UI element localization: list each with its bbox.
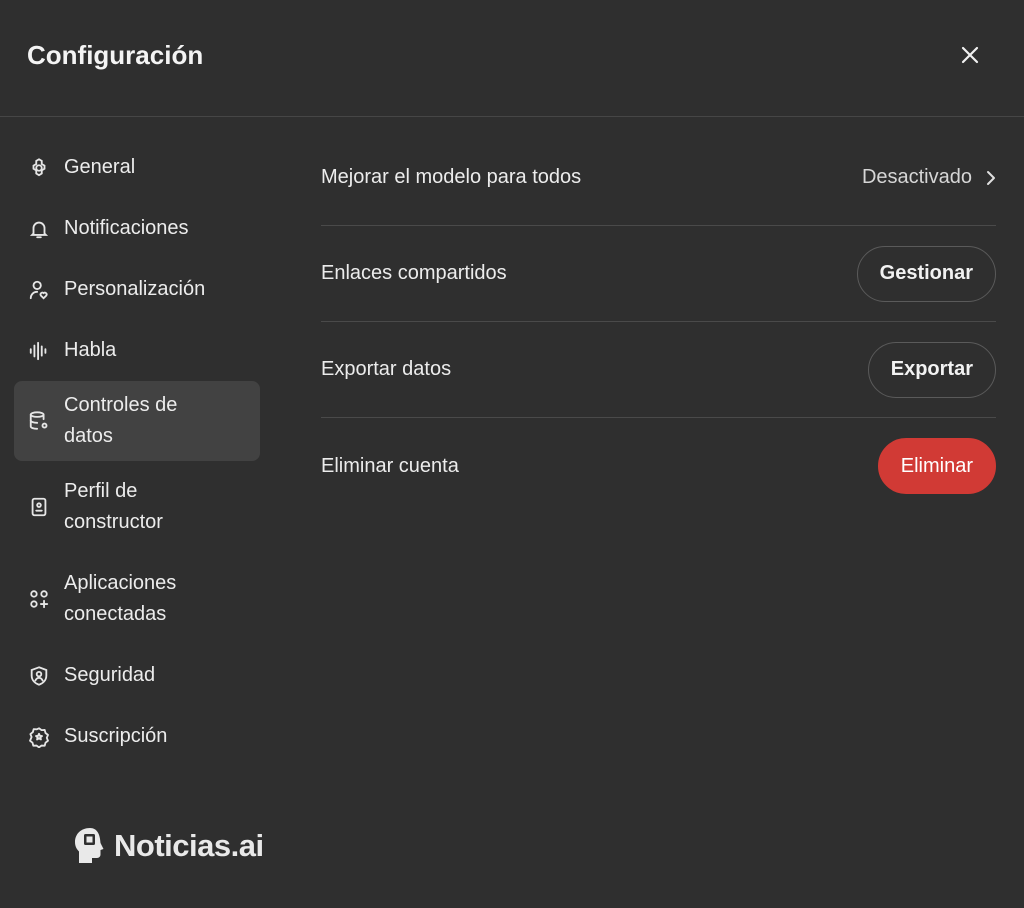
sidebar-item-label: Controles de datos — [64, 394, 178, 447]
sidebar-item-label: Seguridad — [64, 664, 156, 686]
setting-label: Mejorar el modelo para todos — [321, 166, 582, 188]
setting-value: Desactivado — [861, 166, 972, 188]
gear-icon — [27, 156, 51, 180]
sidebar-item-personalizacion[interactable]: Personalización — [14, 259, 260, 320]
setting-row-eliminar-cuenta: Eliminar cuenta Eliminar — [321, 418, 996, 514]
chevron-right-icon — [987, 170, 995, 185]
sidebar-item-label: Personalización — [64, 278, 206, 300]
id-badge-icon — [27, 495, 51, 519]
waveform-icon — [27, 339, 51, 363]
apps-plus-icon — [27, 587, 51, 611]
close-icon — [961, 46, 979, 64]
sidebar-item-label: Habla — [64, 339, 117, 361]
export-data-button[interactable]: Exportar — [867, 341, 996, 398]
sidebar-item-perfil-de-constructor[interactable]: Perfil de constructor — [14, 461, 260, 553]
sidebar-item-aplicaciones-conectadas[interactable]: Aplicaciones conectadas — [14, 553, 260, 645]
manage-links-button[interactable]: Gestionar — [856, 245, 996, 302]
settings-sidebar: General Notificaciones Personalización H… — [14, 137, 260, 767]
user-heart-icon — [27, 278, 51, 302]
sidebar-item-notificaciones[interactable]: Notificaciones — [14, 198, 260, 259]
sidebar-item-controles-de-datos[interactable]: Controles de datos — [14, 381, 260, 461]
setting-label: Eliminar cuenta — [321, 454, 459, 477]
delete-account-button[interactable]: Eliminar — [877, 438, 996, 494]
sidebar-item-label: Notificaciones — [64, 217, 189, 239]
shield-user-icon — [27, 664, 51, 688]
sidebar-item-suscripcion[interactable]: Suscripción — [14, 706, 260, 767]
sidebar-item-seguridad[interactable]: Seguridad — [14, 645, 260, 706]
close-button[interactable] — [952, 37, 988, 73]
setting-row-enlaces-compartidos: Enlaces compartidos Gestionar — [321, 226, 996, 322]
watermark-text: Noticias.ai — [114, 828, 264, 863]
robot-head-icon — [75, 828, 104, 863]
setting-row-mejorar-modelo: Mejorar el modelo para todos Desactivado — [321, 130, 996, 226]
sidebar-item-label: General — [64, 156, 136, 178]
sidebar-item-label: Suscripción — [64, 725, 168, 747]
sidebar-item-general[interactable]: General — [14, 137, 260, 198]
bell-icon — [27, 217, 51, 241]
page-title: Configuración — [27, 40, 204, 70]
setting-label: Exportar datos — [321, 358, 452, 380]
setting-label: Enlaces compartidos — [321, 262, 507, 284]
sidebar-item-label: Aplicaciones conectadas — [64, 572, 177, 625]
watermark-logo: Noticias.ai — [72, 826, 264, 866]
model-improvement-toggle[interactable]: Desactivado — [862, 166, 996, 189]
database-gear-icon — [27, 409, 51, 433]
sidebar-item-label: Perfil de constructor — [64, 480, 163, 533]
settings-content: Mejorar el modelo para todos Desactivado… — [321, 130, 996, 514]
star-badge-icon — [27, 725, 51, 749]
setting-row-exportar-datos: Exportar datos Exportar — [321, 322, 996, 418]
settings-header: Configuración — [0, 0, 1024, 117]
sidebar-item-habla[interactable]: Habla — [14, 320, 260, 381]
